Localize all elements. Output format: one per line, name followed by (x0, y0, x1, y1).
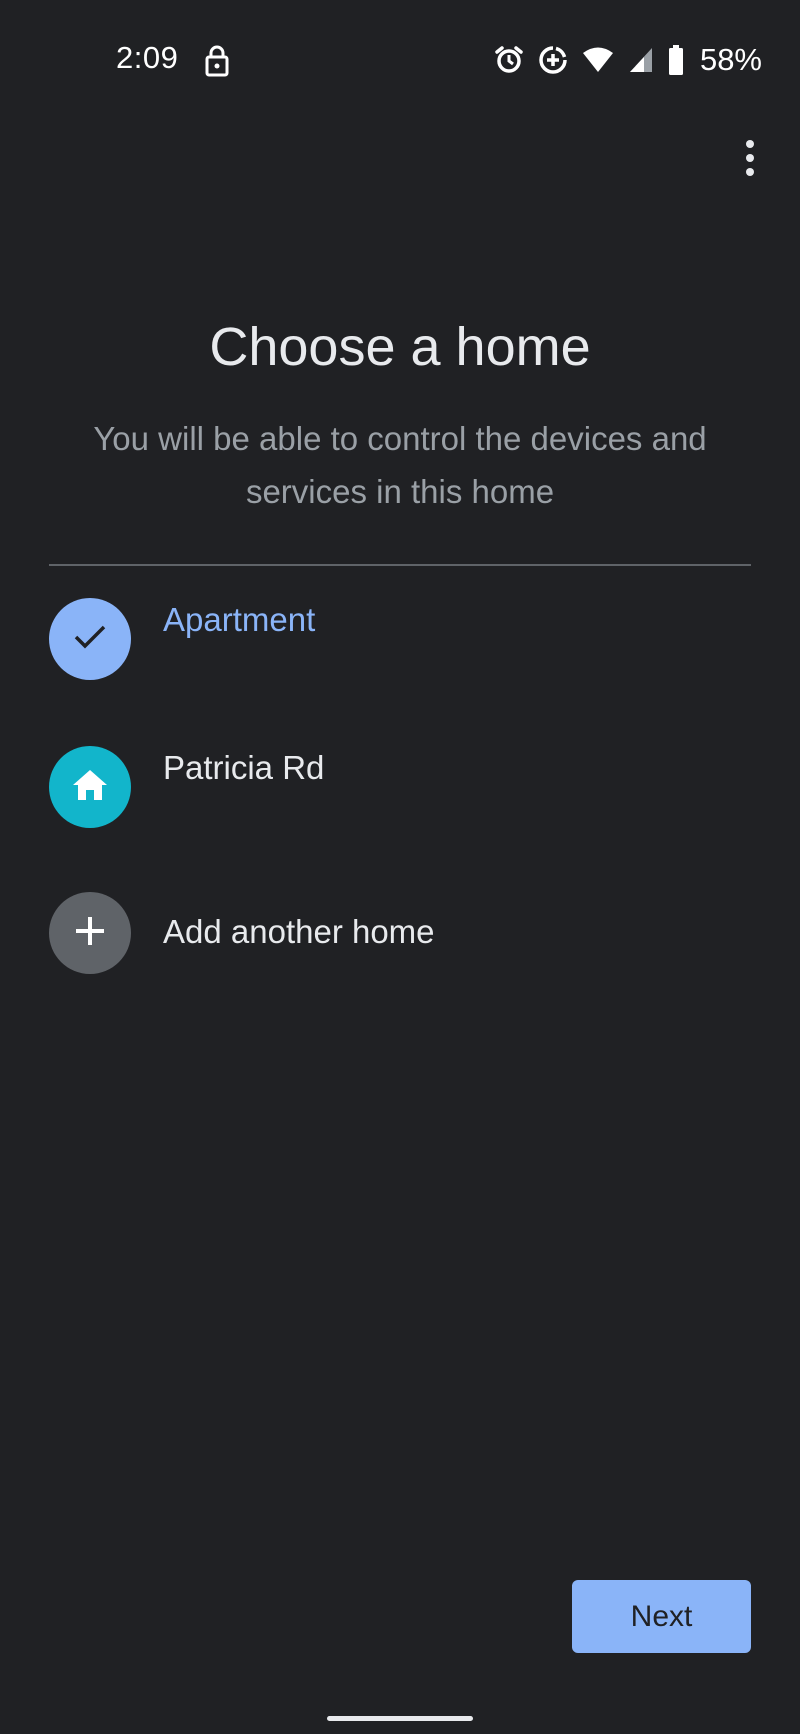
plus-icon (74, 915, 106, 952)
cell-signal-icon (628, 46, 654, 74)
battery-icon (668, 45, 684, 75)
gesture-nav-bar[interactable] (327, 1716, 473, 1721)
status-icons: 58% (494, 40, 762, 80)
menu-dot (746, 168, 754, 176)
lock-icon (204, 44, 230, 78)
more-vert-icon[interactable] (726, 130, 774, 186)
menu-dot (746, 140, 754, 148)
home-icon (70, 767, 110, 808)
home-label: Add another home (163, 913, 435, 950)
page-subtitle: You will be able to control the devices … (93, 420, 707, 510)
add-avatar (49, 892, 131, 974)
add-another-home-option[interactable]: Add another home (49, 892, 751, 992)
data-saver-icon (538, 45, 568, 75)
menu-dot (746, 154, 754, 162)
battery-percent: 58% (699, 42, 762, 77)
page-title: Choose a home (209, 317, 591, 377)
home-option-apartment[interactable]: Apartment (49, 598, 751, 698)
home-label: Apartment (163, 601, 316, 638)
wifi-icon (582, 46, 614, 74)
home-option-patricia-rd[interactable]: Patricia Rd (49, 746, 751, 846)
home-avatar (49, 746, 131, 828)
check-icon (73, 623, 107, 656)
home-label: Patricia Rd (163, 749, 325, 786)
selected-avatar (49, 598, 131, 680)
choose-home-screen: 2:09 58% Choose a home You will be able … (0, 0, 800, 1734)
divider (49, 564, 751, 566)
status-bar: 2:09 58% (0, 0, 800, 124)
status-time: 2:09 (116, 40, 179, 75)
alarm-icon (494, 45, 524, 75)
next-button[interactable]: Next (572, 1580, 751, 1653)
